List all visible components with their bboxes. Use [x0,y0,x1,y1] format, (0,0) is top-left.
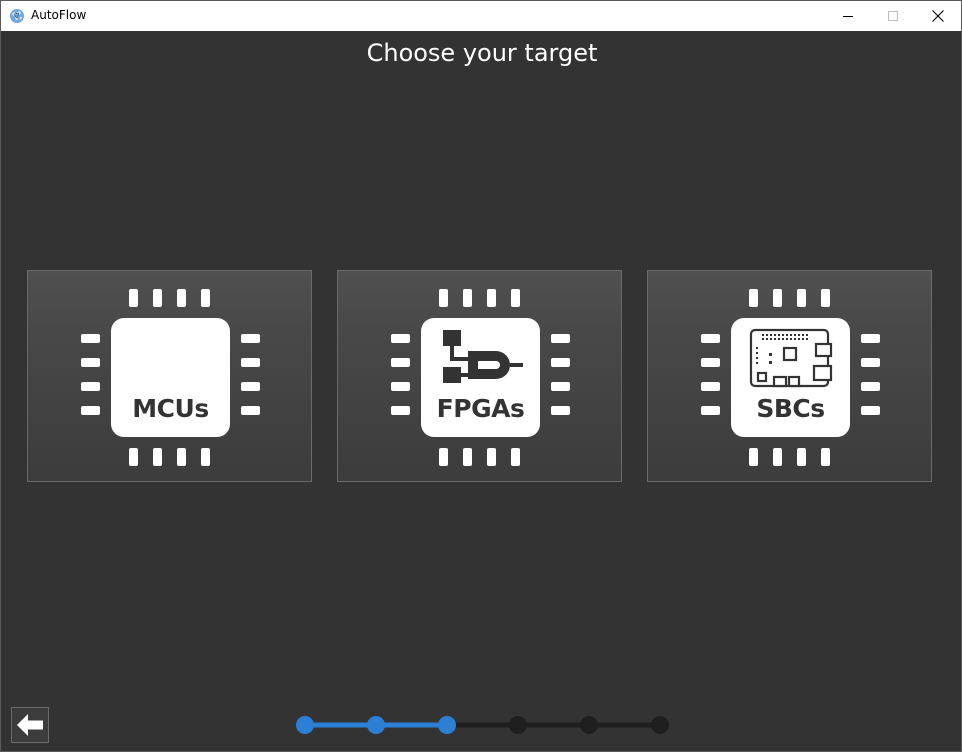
fpga-logic-icon [391,289,570,466]
stepper-step-1 [296,716,314,734]
window-title: AutoFlow [31,8,87,22]
close-button[interactable] [915,1,961,31]
target-card-sbcs[interactable]: SBCs [647,270,932,482]
stepper-step-5 [580,716,598,734]
mcu-chip-icon [81,289,260,466]
sbc-board-icon [701,289,880,466]
wizard-progress-stepper [296,716,669,734]
minimize-button[interactable] [825,1,871,31]
target-card-fpgas[interactable]: FPGAs [337,270,622,482]
minimize-icon [843,16,853,17]
stepper-step-4 [509,716,527,734]
back-button[interactable] [11,707,49,743]
stepper-step-3 [438,716,456,734]
app-logo-icon [9,8,25,24]
target-label-fpgas: FPGAs [436,394,525,423]
arrow-left-icon [17,714,43,736]
target-label-sbcs: SBCs [756,394,825,423]
target-card-mcus[interactable]: MCUs [27,270,312,482]
app-window: AutoFlow Choose your target MCUs FPGAs S… [0,0,962,752]
title-bar[interactable]: AutoFlow [1,1,961,31]
close-icon [932,10,944,22]
maximize-icon [888,11,898,21]
page-title: Choose your target [366,39,598,67]
maximize-button[interactable] [870,1,916,31]
target-label-mcus: MCUs [132,394,209,423]
stepper-step-6 [651,716,669,734]
stepper-step-2 [367,716,385,734]
